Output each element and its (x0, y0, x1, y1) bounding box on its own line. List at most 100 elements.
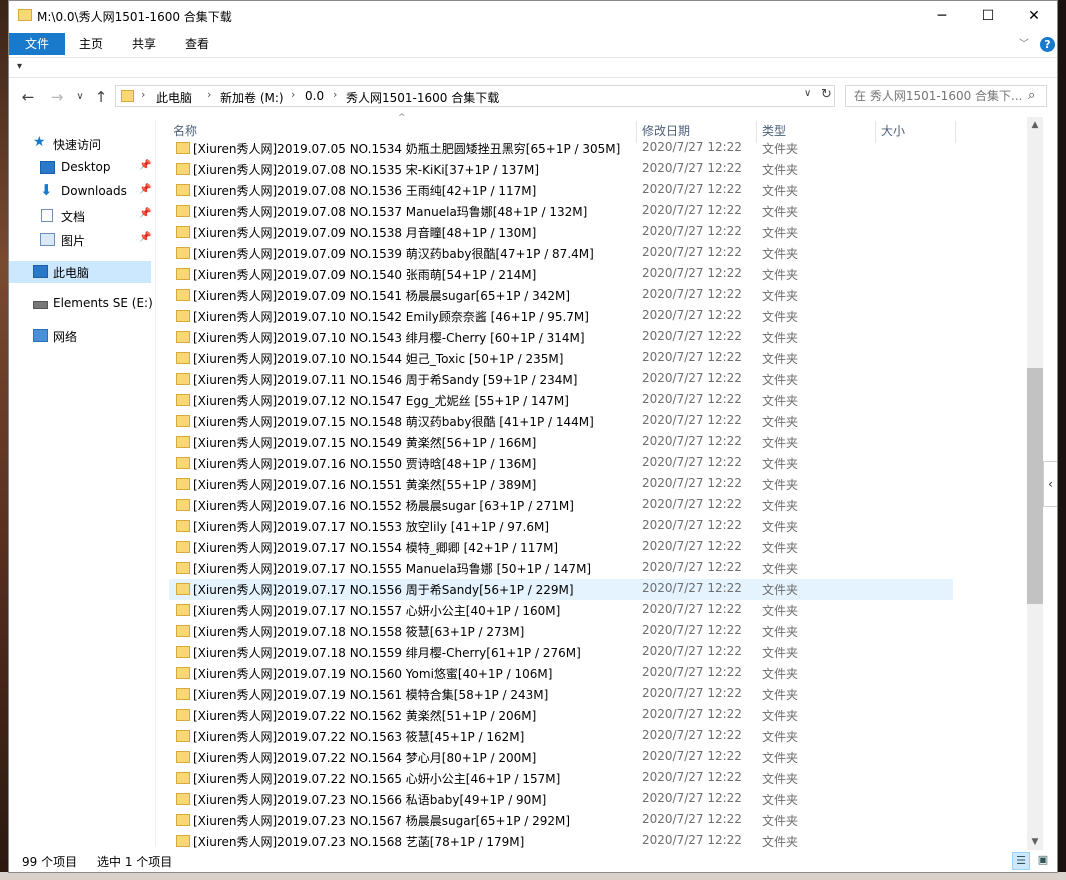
modified-date: 2020/7/27 12:22 (642, 770, 742, 784)
sidebar-item-pictures[interactable]: 图片 📌 (9, 229, 151, 251)
sidebar-item-documents[interactable]: 文档 📌 (9, 205, 151, 227)
table-row[interactable]: [Xiuren秀人网]2019.07.17 NO.1555 Manuela玛鲁娜… (169, 558, 953, 579)
breadcrumb-folder[interactable]: 0.0 (305, 89, 324, 103)
table-row[interactable]: [Xiuren秀人网]2019.07.18 NO.1559 绯月樱-Cherry… (169, 642, 953, 663)
breadcrumb-drive[interactable]: 新加卷 (M:) (220, 89, 284, 106)
table-row[interactable]: [Xiuren秀人网]2019.07.16 NO.1551 黄楽然[55+1P … (169, 474, 953, 495)
file-name: [Xiuren秀人网]2019.07.11 NO.1546 周于希Sandy [… (193, 373, 578, 387)
scroll-up-icon[interactable]: ▲ (1027, 117, 1043, 133)
sidebar-item-quick-access[interactable]: ★ 快速访问 (9, 133, 151, 155)
breadcrumb-this-pc[interactable]: 此电脑 (156, 89, 192, 106)
search-icon[interactable]: ⌕ (1028, 88, 1035, 103)
table-row[interactable]: [Xiuren秀人网]2019.07.22 NO.1562 黄楽然[51+1P … (169, 705, 953, 726)
table-row[interactable]: [Xiuren秀人网]2019.07.09 NO.1538 月音瞳[48+1P … (169, 222, 953, 243)
large-icons-view-icon[interactable]: ▣ (1034, 852, 1052, 870)
folder-icon (176, 520, 190, 532)
table-row[interactable]: [Xiuren秀人网]2019.07.12 NO.1547 Egg_尤妮丝 [5… (169, 390, 953, 411)
pin-icon[interactable]: 📌 (139, 160, 151, 171)
file-type: 文件夹 (762, 184, 799, 198)
table-row[interactable]: [Xiuren秀人网]2019.07.11 NO.1546 周于希Sandy [… (169, 369, 953, 390)
preview-pane-toggle-icon[interactable]: ‹ (1043, 461, 1057, 507)
table-row[interactable]: [Xiuren秀人网]2019.07.15 NO.1548 萌汉药baby很酷 … (169, 411, 953, 432)
title-bar[interactable]: M:\0.0\秀人网1501-1600 合集下载 ─ ☐ ✕ (9, 1, 1057, 31)
chevron-right-icon[interactable]: › (207, 88, 211, 101)
address-bar[interactable]: › 此电脑 › 新加卷 (M:) › 0.0 › 秀人网1501-1600 合集… (115, 85, 835, 107)
minimize-button[interactable]: ─ (919, 1, 965, 31)
table-row[interactable]: [Xiuren秀人网]2019.07.18 NO.1558 筱慧[63+1P /… (169, 621, 953, 642)
sidebar-item-drive[interactable]: Elements SE (E:) (9, 293, 153, 315)
download-arrow-icon: ⬇ (40, 181, 53, 199)
table-row[interactable]: [Xiuren秀人网]2019.07.16 NO.1552 杨晨晨sugar [… (169, 495, 953, 516)
sidebar-item-desktop[interactable]: Desktop 📌 (9, 157, 151, 179)
sidebar-item-network[interactable]: 网络 (9, 325, 151, 347)
scrollbar-thumb[interactable] (1027, 368, 1043, 604)
table-row[interactable]: [Xiuren秀人网]2019.07.15 NO.1549 黄楽然[56+1P … (169, 432, 953, 453)
search-input[interactable] (846, 86, 1022, 106)
scroll-down-icon[interactable]: ▼ (1027, 834, 1043, 850)
table-row[interactable]: [Xiuren秀人网]2019.07.10 NO.1544 妲己_Toxic [… (169, 348, 953, 369)
tab-home[interactable]: 主页 (69, 33, 113, 55)
modified-date: 2020/7/27 12:22 (642, 329, 742, 343)
folder-icon (176, 373, 190, 385)
close-button[interactable]: ✕ (1011, 1, 1057, 31)
pin-icon[interactable]: 📌 (139, 208, 151, 219)
modified-date: 2020/7/27 12:22 (642, 539, 742, 553)
forward-arrow-icon[interactable]: → (47, 87, 67, 107)
folder-icon (176, 793, 190, 805)
table-row[interactable]: [Xiuren秀人网]2019.07.17 NO.1556 周于希Sandy[5… (169, 579, 953, 600)
tab-share[interactable]: 共享 (122, 33, 166, 55)
quick-access-toolbar-icon[interactable]: ▾ (17, 61, 22, 72)
ribbon-expand-icon[interactable]: ﹀ (1019, 35, 1029, 50)
folder-icon (176, 499, 190, 511)
chevron-right-icon[interactable]: › (333, 88, 337, 101)
table-row[interactable]: [Xiuren秀人网]2019.07.19 NO.1561 模特合集[58+1P… (169, 684, 953, 705)
folder-icon (176, 247, 190, 259)
table-row[interactable]: [Xiuren秀人网]2019.07.22 NO.1565 心妍小公主[46+1… (169, 768, 953, 789)
table-row[interactable]: [Xiuren秀人网]2019.07.08 NO.1537 Manuela玛鲁娜… (169, 201, 953, 222)
folder-icon (176, 667, 190, 679)
chevron-right-icon[interactable]: › (141, 88, 145, 101)
chevron-right-icon[interactable]: › (291, 88, 295, 101)
table-row[interactable]: [Xiuren秀人网]2019.07.09 NO.1541 杨晨晨sugar[6… (169, 285, 953, 306)
table-row[interactable]: [Xiuren秀人网]2019.07.10 NO.1543 绯月樱-Cherry… (169, 327, 953, 348)
pin-icon[interactable]: 📌 (139, 184, 151, 195)
recent-locations-icon[interactable]: ∨ (70, 87, 90, 107)
maximize-button[interactable]: ☐ (965, 1, 1011, 31)
help-icon[interactable]: ? (1040, 37, 1055, 52)
modified-date: 2020/7/27 12:22 (642, 182, 742, 196)
sidebar-item-downloads[interactable]: ⬇ Downloads 📌 (9, 181, 151, 203)
table-row[interactable]: [Xiuren秀人网]2019.07.23 NO.1567 杨晨晨sugar[6… (169, 810, 953, 831)
table-row[interactable]: [Xiuren秀人网]2019.07.17 NO.1553 放空lily [41… (169, 516, 953, 537)
table-row[interactable]: [Xiuren秀人网]2019.07.10 NO.1542 Emily顾奈奈酱 … (169, 306, 953, 327)
table-row[interactable]: [Xiuren秀人网]2019.07.08 NO.1536 王雨纯[42+1P … (169, 180, 953, 201)
details-view-icon[interactable]: ☰ (1012, 852, 1030, 870)
pin-icon[interactable]: 📌 (139, 232, 151, 243)
table-row[interactable]: [Xiuren秀人网]2019.07.23 NO.1566 私语baby[49+… (169, 789, 953, 810)
column-divider[interactable] (955, 121, 956, 143)
table-row[interactable]: [Xiuren秀人网]2019.07.09 NO.1539 萌汉药baby很酷[… (169, 243, 953, 264)
desktop-icon (40, 161, 55, 174)
search-box[interactable]: ⌕ (845, 85, 1047, 107)
file-name: [Xiuren秀人网]2019.07.12 NO.1547 Egg_尤妮丝 [5… (193, 394, 569, 408)
table-row[interactable]: [Xiuren秀人网]2019.07.05 NO.1534 奶瓶土肥圆矮挫丑黑穷… (169, 138, 953, 159)
table-row[interactable]: [Xiuren秀人网]2019.07.23 NO.1568 艺菡[78+1P /… (169, 831, 953, 852)
folder-icon (176, 331, 190, 343)
table-row[interactable]: [Xiuren秀人网]2019.07.22 NO.1563 筱慧[45+1P /… (169, 726, 953, 747)
tab-file[interactable]: 文件 (9, 33, 65, 55)
folder-icon (176, 163, 190, 175)
table-row[interactable]: [Xiuren秀人网]2019.07.17 NO.1557 心妍小公主[40+1… (169, 600, 953, 621)
table-row[interactable]: [Xiuren秀人网]2019.07.08 NO.1535 宋-KiKi[37+… (169, 159, 953, 180)
breadcrumb-current[interactable]: 秀人网1501-1600 合集下载 (346, 89, 499, 106)
table-row[interactable]: [Xiuren秀人网]2019.07.16 NO.1550 贾诗晗[48+1P … (169, 453, 953, 474)
back-arrow-icon[interactable]: ← (18, 87, 38, 107)
table-row[interactable]: [Xiuren秀人网]2019.07.17 NO.1554 模特_卿卿 [42+… (169, 537, 953, 558)
chevron-down-icon[interactable]: ∨ (804, 88, 811, 99)
table-row[interactable]: [Xiuren秀人网]2019.07.22 NO.1564 梦心月[80+1P … (169, 747, 953, 768)
up-arrow-icon[interactable]: ↑ (91, 87, 111, 107)
table-row[interactable]: [Xiuren秀人网]2019.07.09 NO.1540 张雨萌[54+1P … (169, 264, 953, 285)
pane-divider[interactable] (155, 121, 156, 846)
sidebar-item-this-pc[interactable]: 此电脑 (9, 261, 151, 283)
refresh-icon[interactable]: ↻ (821, 87, 832, 102)
table-row[interactable]: [Xiuren秀人网]2019.07.19 NO.1560 Yomi悠蜜[40+… (169, 663, 953, 684)
tab-view[interactable]: 查看 (175, 33, 219, 55)
